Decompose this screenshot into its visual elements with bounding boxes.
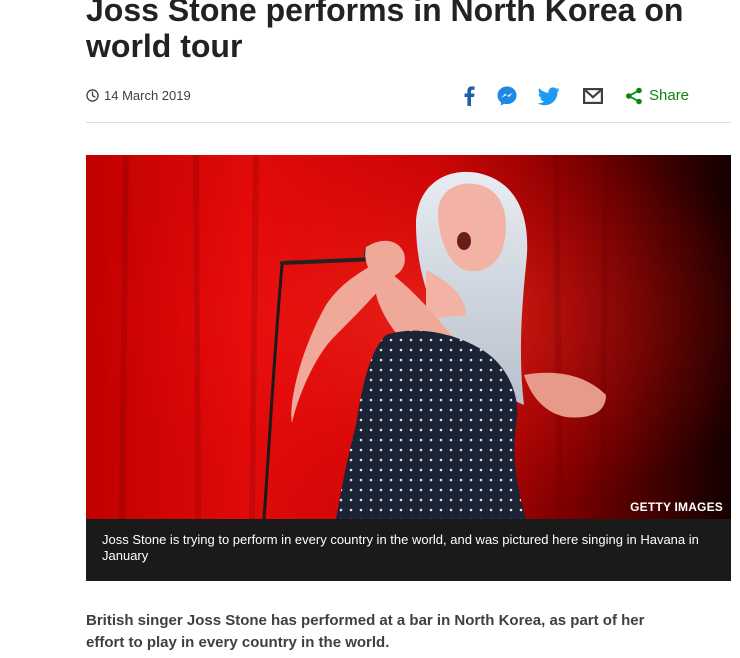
messenger-icon bbox=[497, 86, 517, 106]
share-icon bbox=[626, 87, 642, 105]
share-label: Share bbox=[649, 87, 690, 104]
date-text: 14 March 2019 bbox=[104, 88, 191, 103]
messenger-share-button[interactable] bbox=[495, 84, 519, 108]
article-intro: British singer Joss Stone has performed … bbox=[86, 612, 645, 651]
email-share-button[interactable] bbox=[581, 84, 605, 108]
article: Joss Stone performs in North Korea on wo… bbox=[0, 0, 740, 658]
facebook-share-button[interactable] bbox=[457, 84, 481, 108]
facebook-icon bbox=[464, 86, 475, 106]
meta-row: 14 March 2019 Share bbox=[86, 82, 731, 110]
twitter-share-button[interactable] bbox=[537, 84, 561, 108]
clock-icon bbox=[86, 89, 99, 102]
share-button[interactable]: Share bbox=[625, 84, 707, 108]
singer-photo-illustration bbox=[86, 155, 731, 519]
divider bbox=[86, 122, 731, 123]
lead-image-figure: GETTY IMAGES Joss Stone is trying to per… bbox=[86, 155, 731, 581]
image-credit: GETTY IMAGES bbox=[630, 500, 723, 514]
email-icon bbox=[583, 88, 603, 104]
lead-photo bbox=[86, 155, 731, 519]
twitter-icon bbox=[538, 86, 560, 105]
share-tools: Share bbox=[457, 82, 717, 110]
image-caption: Joss Stone is trying to perform in every… bbox=[86, 519, 731, 581]
headline: Joss Stone performs in North Korea on wo… bbox=[86, 0, 684, 64]
article-date: 14 March 2019 bbox=[86, 88, 191, 103]
